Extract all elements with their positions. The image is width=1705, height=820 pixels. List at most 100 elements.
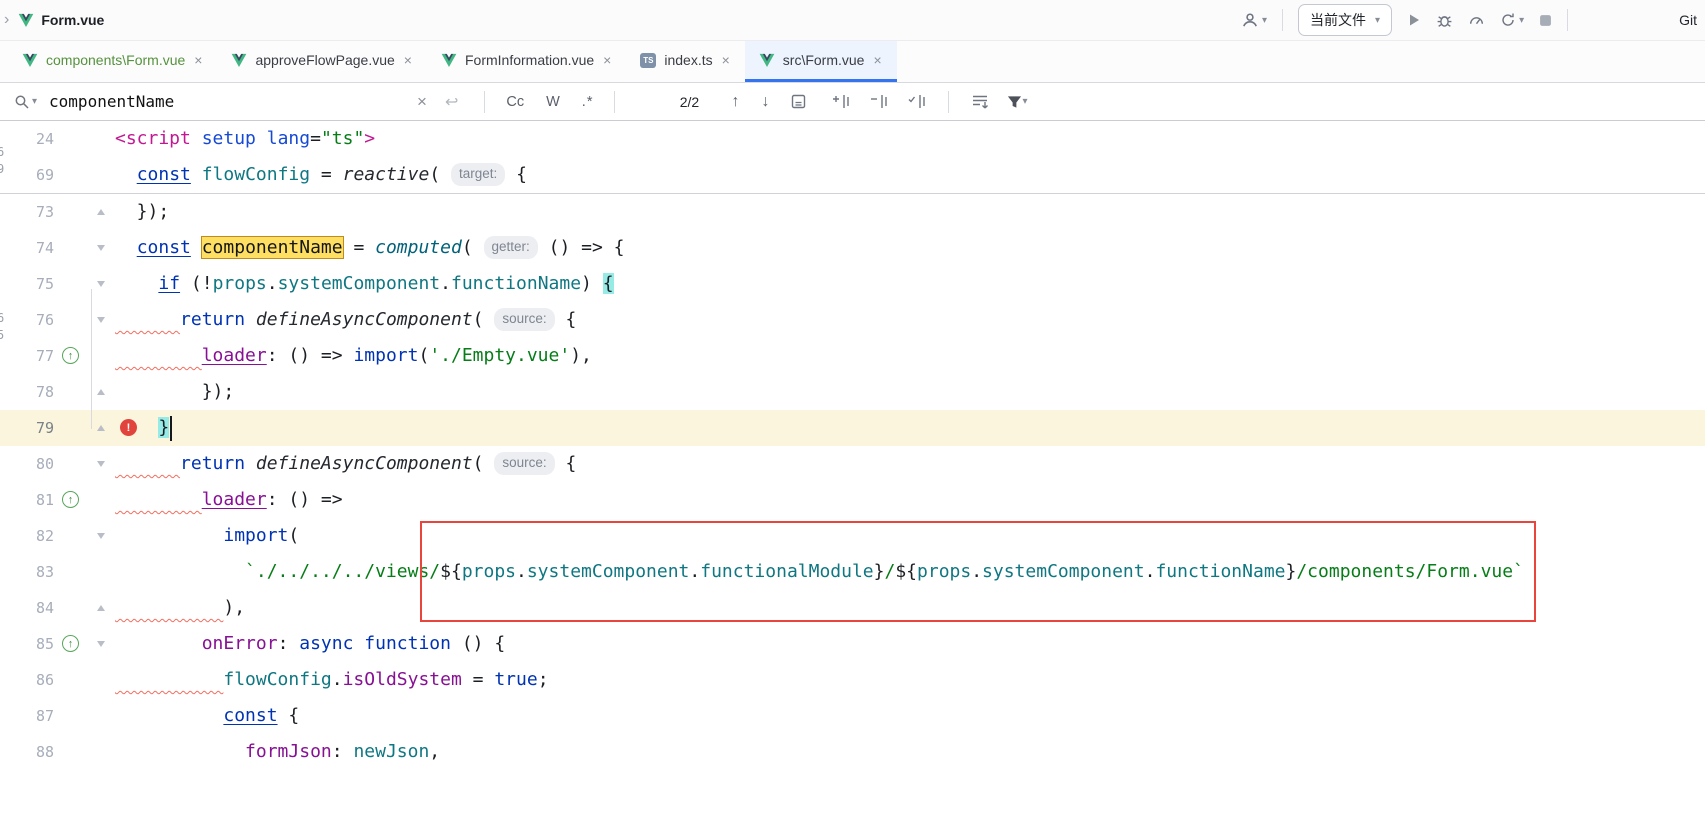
- code-text: ),: [115, 590, 245, 626]
- fold-end-icon[interactable]: [97, 425, 105, 431]
- next-occurrence-button[interactable]: ↓: [761, 93, 769, 111]
- user-profile-button[interactable]: ▾: [1241, 11, 1267, 29]
- debug-button[interactable]: [1436, 12, 1453, 29]
- edge-digit: 9: [0, 162, 4, 176]
- inlay-hint: source:: [494, 308, 554, 331]
- code-line-77[interactable]: 77 ↑ loader: () => import('./Empty.vue'),: [0, 338, 1705, 374]
- line-number[interactable]: 82: [0, 518, 54, 554]
- line-number[interactable]: 79: [0, 410, 54, 446]
- close-icon[interactable]: ×: [403, 53, 413, 67]
- code-line-82[interactable]: 82 import(: [0, 518, 1705, 554]
- add-selection-icon[interactable]: [832, 94, 852, 109]
- line-number[interactable]: 83: [0, 554, 54, 590]
- code-line-74[interactable]: 74 const componentName = computed( gette…: [0, 230, 1705, 266]
- fold-end-icon[interactable]: [97, 209, 105, 215]
- code-line-88[interactable]: 88 formJson: newJson,: [0, 734, 1705, 770]
- code-text: loader: () => import('./Empty.vue'),: [115, 338, 592, 374]
- code-line-76[interactable]: 76 return defineAsyncComponent( source: …: [0, 302, 1705, 338]
- close-icon[interactable]: ×: [721, 53, 731, 67]
- fold-expanded-icon[interactable]: [97, 641, 105, 647]
- search-input[interactable]: componentName: [49, 92, 417, 111]
- code-line-75[interactable]: 75 if (!props.systemComponent.functionNa…: [0, 266, 1705, 302]
- line-number[interactable]: 81: [0, 482, 54, 518]
- code-line-79[interactable]: 79! }: [0, 410, 1705, 446]
- edge-digit: 5: [0, 328, 4, 342]
- clear-search-icon[interactable]: ×: [417, 92, 427, 112]
- title-bar: › Form.vue ▾ 当前文件 ▾ ▾: [0, 0, 1705, 41]
- line-number[interactable]: 78: [0, 374, 54, 410]
- fold-end-icon[interactable]: [97, 605, 105, 611]
- close-icon[interactable]: ×: [872, 53, 882, 67]
- separator: [1282, 9, 1283, 31]
- line-number[interactable]: 77: [0, 338, 54, 374]
- fold-range-guide: [91, 289, 92, 429]
- profiler-button[interactable]: [1468, 12, 1485, 29]
- whole-words-toggle[interactable]: W: [546, 94, 560, 110]
- chevron-down-icon: ▾: [1519, 15, 1524, 26]
- find-in-selection-icon[interactable]: [791, 94, 806, 109]
- code-line-81[interactable]: 81 ↑ loader: () =>: [0, 482, 1705, 518]
- code-lines: 73 });74 const componentName = computed(…: [0, 194, 1705, 770]
- typescript-icon: TS: [640, 53, 656, 68]
- code-line-83[interactable]: 83 `./../../../views/${props.systemCompo…: [0, 554, 1705, 590]
- ide-window: › Form.vue ▾ 当前文件 ▾ ▾: [0, 0, 1705, 820]
- code-line-73[interactable]: 73 });: [0, 194, 1705, 230]
- code-text: loader: () =>: [115, 482, 343, 518]
- line-number[interactable]: 74: [0, 230, 54, 266]
- tab-src-form-vue[interactable]: src\Form.vue×: [745, 41, 897, 82]
- close-icon[interactable]: ×: [193, 53, 203, 67]
- gutter-arrow-icon[interactable]: ↑: [62, 491, 79, 508]
- line-number[interactable]: 85: [0, 626, 54, 662]
- search-mode-button[interactable]: ▾: [14, 94, 37, 110]
- run-config-selector[interactable]: 当前文件 ▾: [1298, 4, 1392, 36]
- line-number[interactable]: 87: [0, 698, 54, 734]
- code-line-78[interactable]: 78 });: [0, 374, 1705, 410]
- line-number[interactable]: 80: [0, 446, 54, 482]
- fold-expanded-icon[interactable]: [97, 533, 105, 539]
- line-number[interactable]: 24: [0, 121, 54, 157]
- code-line-84[interactable]: 84 ),: [0, 590, 1705, 626]
- fold-expanded-icon[interactable]: [97, 461, 105, 467]
- sticky-line-69[interactable]: 69 const flowConfig = reactive( target: …: [0, 157, 1705, 193]
- tab-approveflowpage-vue[interactable]: approveFlowPage.vue ×: [217, 41, 427, 82]
- tab-label: approveFlowPage.vue: [255, 52, 394, 68]
- remove-selection-icon[interactable]: [870, 94, 890, 109]
- line-number[interactable]: 88: [0, 734, 54, 770]
- gutter-arrow-icon[interactable]: ↑: [62, 635, 79, 652]
- tab-components-form-vue[interactable]: components\Form.vue×: [8, 41, 217, 82]
- stop-button[interactable]: [1539, 14, 1552, 27]
- tab-forminformation-vue[interactable]: FormInformation.vue×: [427, 41, 626, 82]
- code-line-86[interactable]: 86 flowConfig.isOldSystem = true;: [0, 662, 1705, 698]
- line-number[interactable]: 75: [0, 266, 54, 302]
- sticky-line-24[interactable]: 24<script setup lang="ts">: [0, 121, 1705, 157]
- code-text: formJson: newJson,: [115, 734, 440, 770]
- line-number[interactable]: 84: [0, 590, 54, 626]
- code-line-80[interactable]: 80 return defineAsyncComponent( source: …: [0, 446, 1705, 482]
- run-button[interactable]: [1407, 13, 1421, 27]
- separator: [614, 91, 615, 113]
- user-icon: [1241, 11, 1259, 29]
- fold-expanded-icon[interactable]: [97, 245, 105, 251]
- previous-occurrence-button[interactable]: ↑: [731, 93, 739, 111]
- rerun-button[interactable]: ▾: [1500, 12, 1524, 28]
- newline-icon[interactable]: ↩: [445, 92, 458, 112]
- match-case-toggle[interactable]: Cc: [506, 94, 524, 110]
- select-all-occurrences-icon[interactable]: [908, 94, 928, 109]
- editor[interactable]: 24<script setup lang="ts">69 const flowC…: [0, 121, 1705, 820]
- line-number[interactable]: 76: [0, 302, 54, 338]
- regex-toggle[interactable]: .*: [582, 94, 594, 110]
- gutter-arrow-icon[interactable]: ↑: [62, 347, 79, 364]
- tab-index-ts[interactable]: TSindex.ts×: [626, 41, 744, 82]
- fold-expanded-icon[interactable]: [97, 317, 105, 323]
- close-icon[interactable]: ×: [602, 53, 612, 67]
- code-line-87[interactable]: 87 const {: [0, 698, 1705, 734]
- fold-end-icon[interactable]: [97, 389, 105, 395]
- git-label[interactable]: Git: [1679, 12, 1697, 28]
- line-number[interactable]: 69: [0, 157, 54, 193]
- line-number[interactable]: 73: [0, 194, 54, 230]
- open-results-icon[interactable]: [971, 94, 989, 109]
- line-number[interactable]: 86: [0, 662, 54, 698]
- code-line-85[interactable]: 85↑ onError: async function () {: [0, 626, 1705, 662]
- filter-icon[interactable]: ▾: [1007, 95, 1027, 109]
- fold-expanded-icon[interactable]: [97, 281, 105, 287]
